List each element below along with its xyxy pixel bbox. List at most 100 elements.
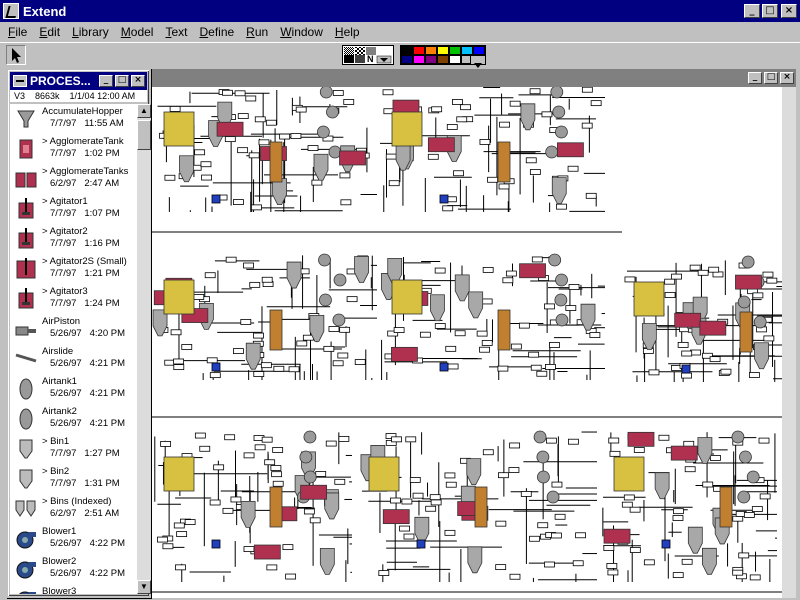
connector-box[interactable]	[325, 440, 337, 447]
connector-box[interactable]	[712, 271, 724, 278]
kiln-block[interactable]	[719, 486, 733, 528]
connector-box[interactable]	[296, 340, 308, 347]
window-menu-icon[interactable]	[13, 75, 27, 87]
connector-box[interactable]	[264, 459, 276, 466]
connector-box[interactable]	[567, 165, 579, 172]
connector-box[interactable]	[606, 563, 618, 569]
connector-box[interactable]	[683, 440, 695, 447]
connector-box[interactable]	[162, 543, 174, 550]
connector-box[interactable]	[209, 372, 221, 379]
blower-block[interactable]	[332, 313, 346, 327]
palette-color-swatch[interactable]	[401, 46, 413, 55]
blower-block[interactable]	[326, 105, 339, 119]
connector-box[interactable]	[311, 179, 323, 186]
connector-box[interactable]	[581, 122, 593, 129]
agglomerator-block[interactable]	[613, 456, 645, 492]
connector-box[interactable]	[258, 139, 270, 146]
model-title-bar[interactable]: _ □ ×	[152, 69, 796, 87]
connector-box[interactable]	[689, 264, 701, 271]
silo-block[interactable]	[319, 548, 335, 575]
library-list-item[interactable]: > Agitator1 7/7/97 1:07 PM	[10, 194, 137, 224]
connector-box[interactable]	[447, 363, 459, 370]
blower-block[interactable]	[546, 490, 560, 504]
library-minimize-button[interactable]: _	[99, 75, 113, 87]
connector-box[interactable]	[481, 340, 493, 346]
connector-box[interactable]	[732, 569, 744, 576]
blower-block[interactable]	[737, 490, 751, 504]
connector-box[interactable]	[590, 100, 602, 107]
connector-box[interactable]	[393, 327, 405, 333]
connector-box[interactable]	[434, 267, 446, 274]
silo-block[interactable]	[454, 274, 470, 302]
connector-box[interactable]	[399, 525, 410, 532]
connector-box[interactable]	[508, 467, 520, 473]
connector-box[interactable]	[253, 332, 264, 339]
connector-box[interactable]	[452, 99, 463, 105]
connector-box[interactable]	[495, 564, 507, 571]
connector-box[interactable]	[673, 508, 684, 515]
connector-box[interactable]	[288, 366, 300, 373]
connector-box[interactable]	[551, 532, 562, 539]
connector-box[interactable]	[681, 350, 693, 357]
connector-box[interactable]	[248, 152, 260, 159]
connector-box[interactable]	[169, 106, 181, 112]
connector-box[interactable]	[427, 153, 439, 160]
pump-block[interactable]	[439, 362, 449, 372]
connector-box[interactable]	[237, 113, 249, 119]
palette-color-swatch[interactable]	[437, 55, 449, 64]
connector-box[interactable]	[759, 493, 771, 500]
connector-box[interactable]	[743, 512, 755, 518]
tank-block[interactable]	[391, 346, 418, 362]
library-title-bar[interactable]: PROCES... _ □ ×	[10, 72, 147, 90]
connector-box[interactable]	[237, 147, 249, 154]
silo-block[interactable]	[468, 291, 484, 319]
connector-box[interactable]	[520, 491, 532, 497]
library-list-item[interactable]: Blower3	[10, 584, 137, 594]
connector-box[interactable]	[194, 432, 206, 439]
connector-box[interactable]	[328, 326, 340, 332]
connector-box[interactable]	[204, 272, 216, 279]
kiln-block[interactable]	[269, 141, 283, 183]
connector-box[interactable]	[554, 513, 566, 520]
library-list-item[interactable]: > AgglomerateTank 7/7/97 1:02 PM	[10, 134, 137, 164]
connector-box[interactable]	[240, 319, 252, 325]
palette-color-swatch[interactable]	[473, 46, 485, 55]
menu-run[interactable]: Run	[240, 25, 274, 39]
silo-block[interactable]	[245, 342, 261, 370]
silo-block[interactable]	[697, 437, 713, 464]
tank-block[interactable]	[627, 431, 655, 447]
silo-block[interactable]	[754, 342, 769, 370]
silo-block[interactable]	[313, 153, 329, 181]
connector-box[interactable]	[556, 203, 567, 210]
connector-box[interactable]	[568, 438, 579, 445]
connector-box[interactable]	[160, 441, 172, 447]
tank-block[interactable]	[603, 528, 631, 544]
connector-box[interactable]	[454, 330, 466, 337]
connector-box[interactable]	[243, 262, 254, 269]
pattern-selector[interactable]: N	[342, 45, 394, 65]
connector-box[interactable]	[495, 520, 507, 527]
connector-box[interactable]	[671, 273, 682, 280]
connector-box[interactable]	[338, 435, 350, 442]
connector-box[interactable]	[173, 522, 185, 529]
library-list-item[interactable]: Airslide 5/26/97 4:21 PM	[10, 344, 137, 374]
connector-box[interactable]	[608, 437, 620, 444]
connector-box[interactable]	[222, 507, 234, 514]
connector-box[interactable]	[307, 145, 319, 151]
connector-box[interactable]	[273, 365, 285, 372]
connector-box[interactable]	[482, 449, 494, 456]
blower-block[interactable]	[746, 470, 760, 484]
connector-box[interactable]	[525, 157, 537, 164]
connector-box[interactable]	[621, 501, 633, 508]
connector-box[interactable]	[254, 116, 266, 123]
connector-box[interactable]	[265, 119, 277, 126]
connector-box[interactable]	[332, 90, 344, 96]
close-button[interactable]: ×	[781, 4, 797, 18]
connector-box[interactable]	[551, 481, 563, 488]
connector-box[interactable]	[193, 294, 205, 300]
connector-box[interactable]	[499, 121, 510, 128]
connector-box[interactable]	[391, 436, 402, 443]
blower-block[interactable]	[319, 293, 332, 307]
library-block-list[interactable]: AccumulateHopper 7/7/97 11:55 AM > Agglome…	[10, 104, 137, 594]
connector-box[interactable]	[173, 364, 185, 371]
